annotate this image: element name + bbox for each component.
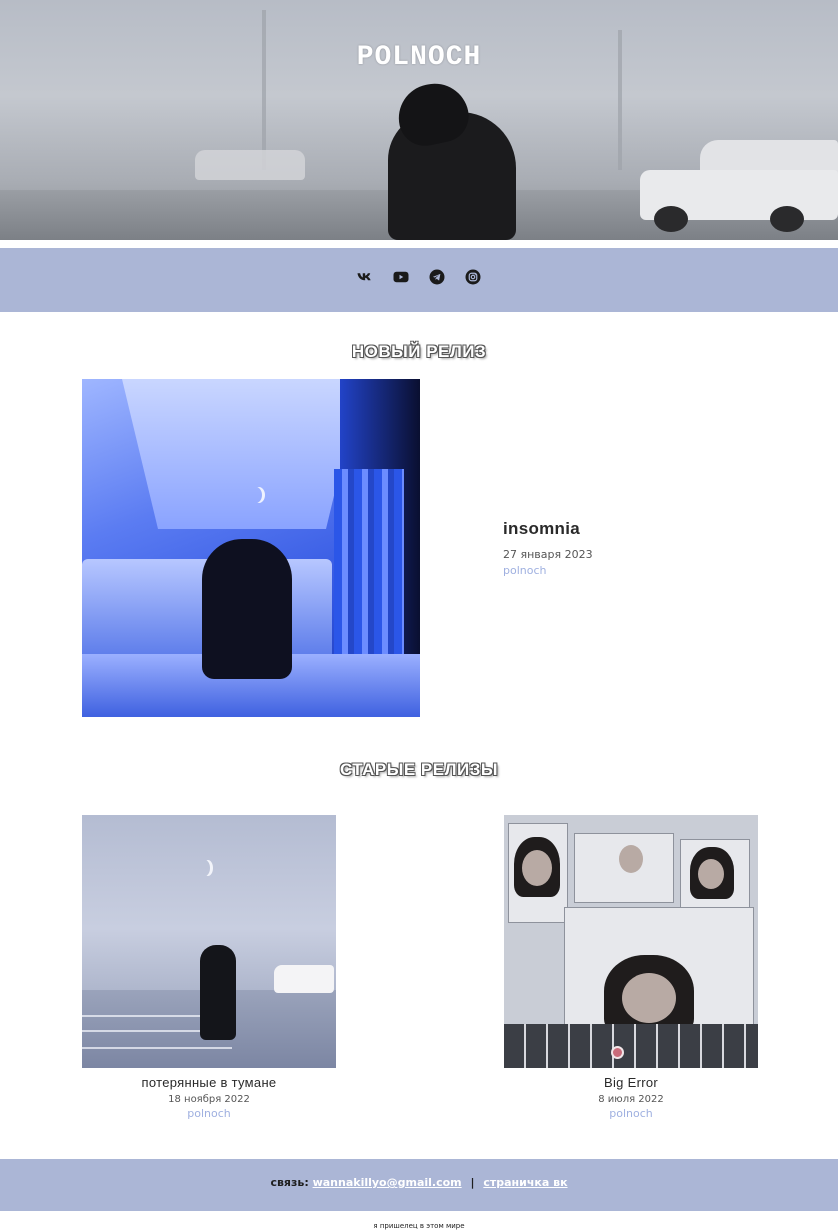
- release-artist[interactable]: polnoch: [82, 1107, 336, 1120]
- release-date: 8 июля 2022: [598, 1094, 664, 1105]
- lamp-post: [262, 10, 266, 170]
- contact-label: связь:: [270, 1176, 309, 1189]
- vk-page-link[interactable]: страничка вк: [483, 1176, 567, 1189]
- release-cover[interactable]: [82, 815, 336, 1068]
- site-title: POLNOCH: [356, 42, 482, 73]
- new-release-heading: НОВЫЙ РЕЛИЗ: [351, 342, 487, 361]
- hero-banner: POLNOCH: [0, 0, 838, 240]
- footer-contact: связь: wannakillyo@gmail.com | страничка…: [0, 1176, 838, 1189]
- release-cover[interactable]: [504, 815, 758, 1068]
- footer-tagline: я пришелец в этом мире: [373, 1222, 465, 1230]
- new-release-cover[interactable]: [82, 379, 420, 717]
- release-date: 18 ноября 2022: [168, 1094, 250, 1105]
- social-links: [356, 268, 482, 286]
- new-release-title[interactable]: insomnia: [503, 519, 580, 539]
- release-card: Big Error 8 июля 2022 polnoch: [504, 815, 758, 1120]
- new-release-artist[interactable]: polnoch: [503, 564, 547, 577]
- vk-icon[interactable]: [356, 268, 374, 286]
- old-releases-heading: СТАРЫЕ РЕЛИЗЫ: [339, 760, 499, 779]
- hero-divider: [0, 240, 838, 248]
- footer-separator: |: [470, 1176, 475, 1189]
- hero-car-distant: [195, 150, 305, 180]
- record-icon: [611, 1046, 624, 1059]
- email-link[interactable]: wannakillyo@gmail.com: [313, 1176, 462, 1189]
- release-artist[interactable]: polnoch: [504, 1107, 758, 1120]
- telegram-icon[interactable]: [428, 268, 446, 286]
- release-title[interactable]: Big Error: [504, 1075, 758, 1090]
- hero-car: [640, 140, 838, 232]
- youtube-icon[interactable]: [392, 268, 410, 286]
- release-card: потерянные в тумане 18 ноября 2022 polno…: [82, 815, 336, 1120]
- instagram-icon[interactable]: [464, 268, 482, 286]
- new-release-date: 27 января 2023: [503, 548, 593, 561]
- release-title[interactable]: потерянные в тумане: [82, 1075, 336, 1090]
